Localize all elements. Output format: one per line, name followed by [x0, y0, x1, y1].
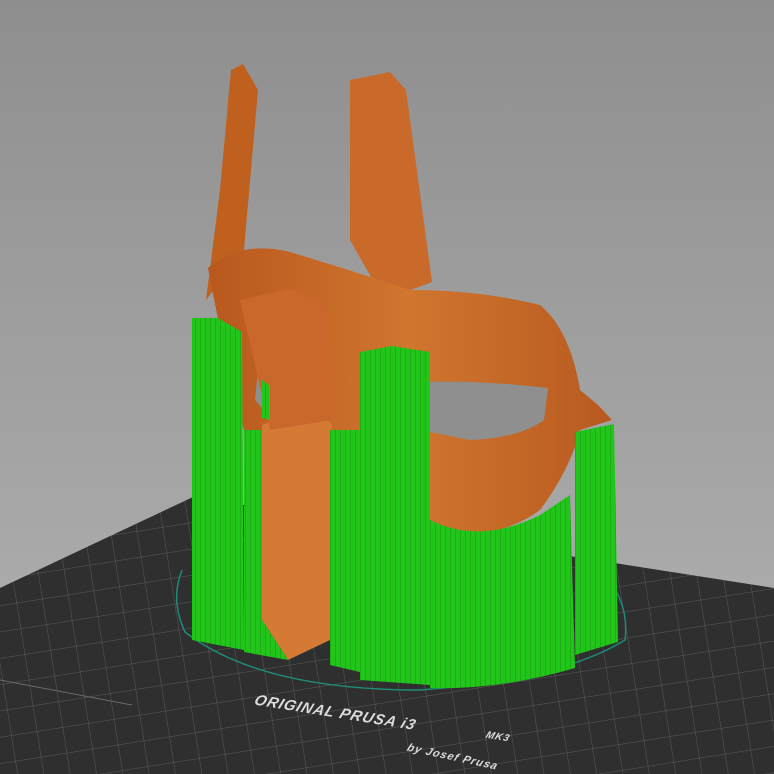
- preview-scene[interactable]: [0, 0, 774, 774]
- 3d-viewport[interactable]: ORIGINAL PRUSA i3 MK3 by Josef Prusa: [0, 0, 774, 774]
